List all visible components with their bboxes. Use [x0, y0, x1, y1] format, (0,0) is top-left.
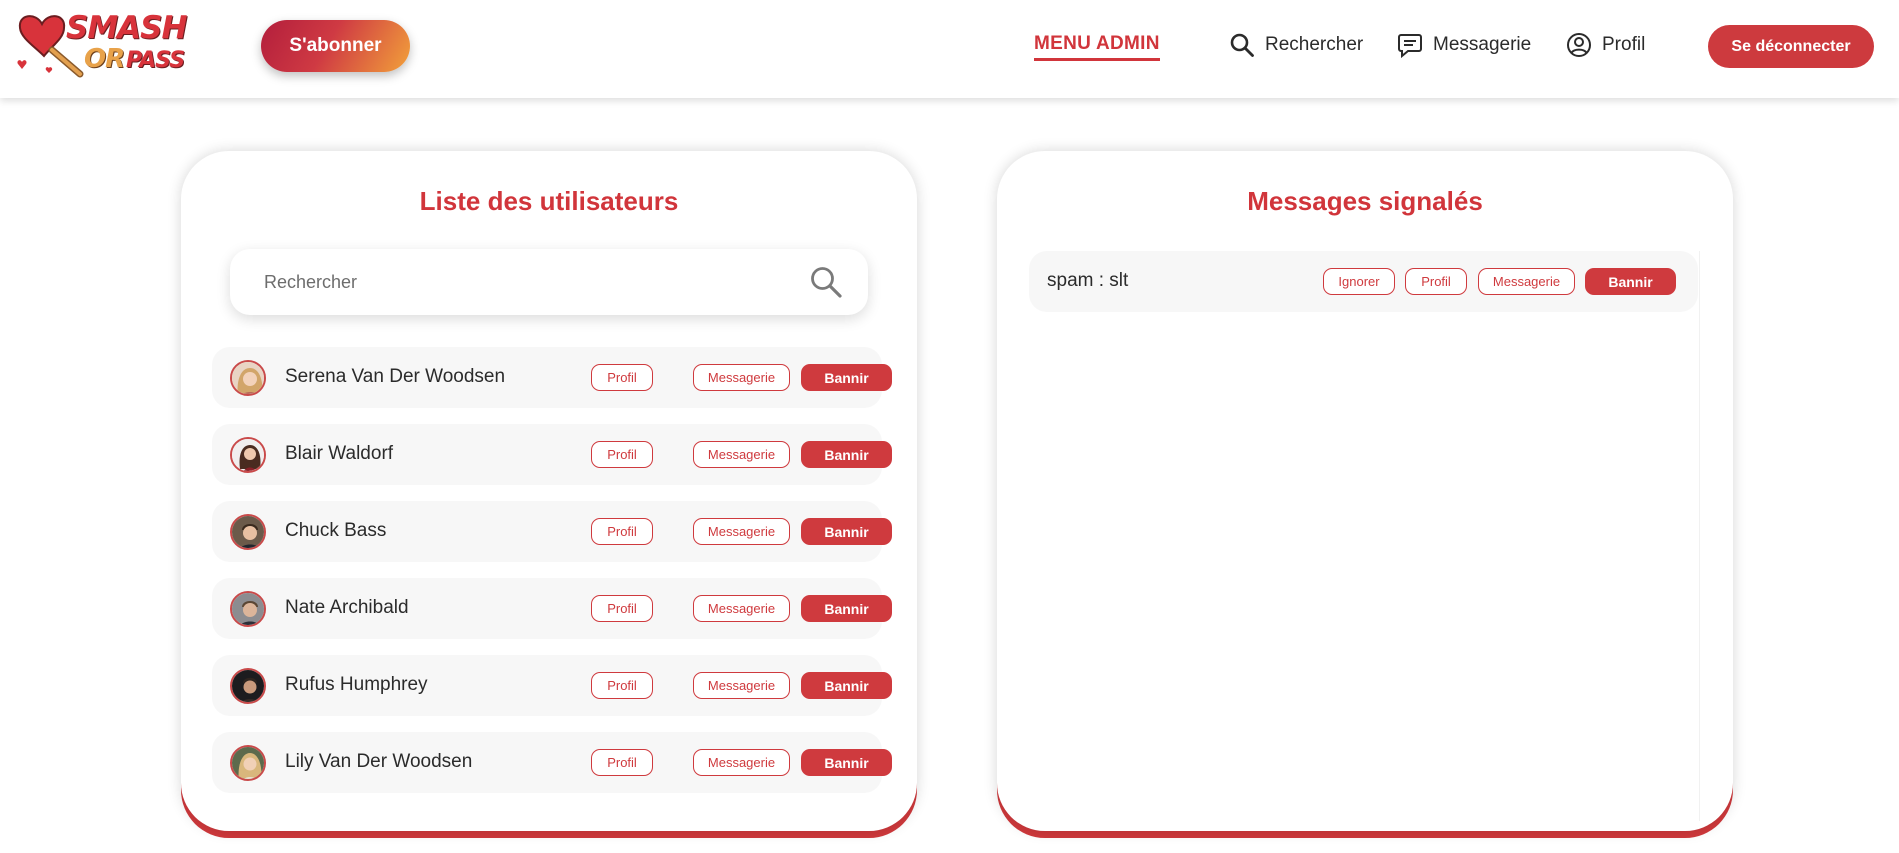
user-row: Rufus Humphrey Profil Messagerie Bannir [212, 655, 892, 716]
profile-button[interactable]: Profil [591, 749, 653, 776]
avatar[interactable] [230, 437, 266, 473]
user-row: Serena Van Der Woodsen Profil Messagerie… [212, 347, 892, 408]
reported-messages-panel: Messages signalés spam : slt Ignorer Pro… [997, 151, 1733, 831]
message-button[interactable]: Messagerie [693, 441, 790, 468]
search-icon [1230, 33, 1254, 57]
message-button[interactable]: Messagerie [693, 749, 790, 776]
ban-button[interactable]: Bannir [801, 364, 892, 391]
avatar-photo [232, 747, 264, 779]
nav-messages[interactable]: Messagerie [1397, 32, 1531, 58]
logo-text-pass: PASS [126, 48, 185, 73]
ban-button[interactable]: Bannir [1585, 268, 1676, 295]
profile-button[interactable]: Profil [591, 518, 653, 545]
top-navbar: SMASH OR PASS S'abonner MENU ADMIN Reche… [0, 0, 1899, 98]
reports-panel-title: Messages signalés [1247, 186, 1483, 216]
user-name: Rufus Humphrey [285, 674, 428, 695]
avatar[interactable] [230, 591, 266, 627]
user-name: Blair Waldorf [285, 443, 394, 464]
nav-profile-label: Profil [1602, 34, 1646, 55]
subscribe-button[interactable]: S'abonner [261, 20, 410, 72]
avatar-photo [232, 593, 264, 625]
user-row: Chuck Bass Profil Messagerie Bannir [212, 501, 892, 562]
user-name: Nate Archibald [285, 597, 409, 618]
message-button[interactable]: Messagerie [1478, 268, 1575, 295]
user-circle-icon [1567, 33, 1591, 57]
nav-search-label: Rechercher [1265, 34, 1364, 55]
reported-message-text: spam : slt [1047, 270, 1129, 291]
logout-button[interactable]: Se déconnecter [1708, 25, 1874, 68]
profile-button[interactable]: Profil [591, 441, 653, 468]
profile-button[interactable]: Profil [1405, 268, 1467, 295]
profile-button[interactable]: Profil [591, 364, 653, 391]
users-panel-title: Liste des utilisateurs [419, 186, 679, 216]
ban-button[interactable]: Bannir [801, 441, 892, 468]
user-name: Lily Van Der Woodsen [285, 751, 473, 772]
avatar[interactable] [230, 745, 266, 781]
user-row: Lily Van Der Woodsen Profil Messagerie B… [212, 732, 892, 793]
ban-button[interactable]: Bannir [801, 749, 892, 776]
users-list-panel: Liste des utilisateurs Serena Van Der Wo… [181, 151, 917, 831]
avatar-photo [232, 516, 264, 548]
search-icon[interactable] [808, 264, 844, 300]
user-name: Serena Van Der Woodsen [285, 366, 506, 387]
logo-text-or: OR [84, 44, 125, 74]
avatar-photo [232, 670, 264, 702]
user-row: Blair Waldorf Profil Messagerie Bannir [212, 424, 892, 485]
ban-button[interactable]: Bannir [801, 595, 892, 622]
nav-profile[interactable]: Profil [1566, 32, 1645, 58]
reported-message-row: spam : slt Ignorer Profil Messagerie Ban… [1029, 251, 1698, 312]
message-button[interactable]: Messagerie [693, 518, 790, 545]
avatar-photo [232, 439, 264, 471]
reports-list-divider [1699, 251, 1700, 821]
user-search-input[interactable] [230, 249, 790, 315]
nav-admin-menu[interactable]: MENU ADMIN [1034, 33, 1160, 61]
user-row: Nate Archibald Profil Messagerie Bannir [212, 578, 892, 639]
avatar[interactable] [230, 668, 266, 704]
avatar[interactable] [230, 514, 266, 550]
ban-button[interactable]: Bannir [801, 672, 892, 699]
user-name: Chuck Bass [285, 520, 387, 541]
nav-search[interactable]: Rechercher [1229, 32, 1363, 58]
ignore-button[interactable]: Ignorer [1323, 268, 1395, 295]
profile-button[interactable]: Profil [591, 595, 653, 622]
smash-or-pass-logo[interactable]: SMASH OR PASS [12, 6, 192, 78]
message-button[interactable]: Messagerie [693, 364, 790, 391]
avatar-photo [232, 362, 264, 394]
ban-button[interactable]: Bannir [801, 518, 892, 545]
message-button[interactable]: Messagerie [693, 672, 790, 699]
nav-messages-label: Messagerie [1433, 34, 1532, 55]
user-search-box [230, 249, 868, 315]
profile-button[interactable]: Profil [591, 672, 653, 699]
avatar[interactable] [230, 360, 266, 396]
chat-icon [1398, 34, 1422, 58]
message-button[interactable]: Messagerie [693, 595, 790, 622]
logo-text-smash: SMASH [66, 10, 187, 46]
